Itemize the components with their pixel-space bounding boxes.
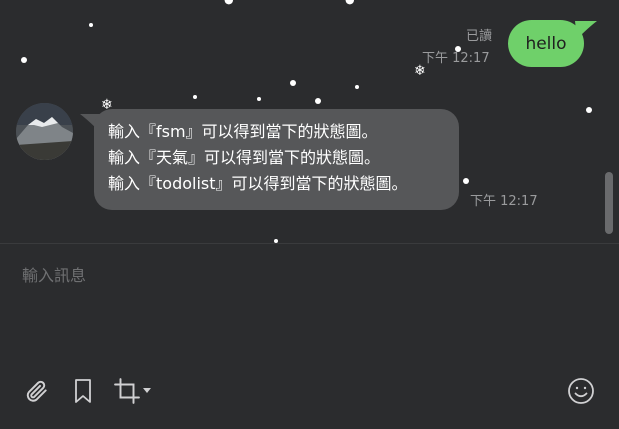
snow-dot <box>89 23 93 27</box>
incoming-message-bubble[interactable]: 輸入『fsm』可以得到當下的狀態圖。 輸入『天氣』可以得到當下的狀態圖。 輸入『… <box>94 109 459 210</box>
snow-dot <box>290 80 296 86</box>
snowflake-icon: ❄ <box>414 63 426 79</box>
read-receipt-label: 已讀 <box>466 29 493 44</box>
incoming-message-line: 輸入『天氣』可以得到當下的狀態圖。 <box>108 148 381 167</box>
avatar[interactable] <box>16 103 73 160</box>
snowflake-icon: ● <box>345 0 355 5</box>
smiley-icon[interactable] <box>566 376 596 406</box>
paperclip-icon[interactable] <box>22 376 52 406</box>
message-composer <box>0 244 619 429</box>
snow-dot <box>257 97 261 101</box>
mountain-avatar-image <box>16 103 73 160</box>
incoming-timestamp: 下午 12:17 <box>470 194 538 209</box>
chat-message-area[interactable]: ● ● ❄ ❄ 已讀 下午 12:17 hello 輸入『fsm』可以得到當下的… <box>0 0 619 243</box>
snow-dot <box>193 95 197 99</box>
snowflake-icon: ● <box>224 0 234 5</box>
crop-icon[interactable] <box>112 376 142 406</box>
incoming-message-line: 輸入『todolist』可以得到當下的狀態圖。 <box>108 174 408 193</box>
snow-dot <box>463 178 469 184</box>
outgoing-message-bubble[interactable]: hello <box>508 20 584 67</box>
snow-dot <box>355 85 359 89</box>
outgoing-message-text: hello <box>525 33 567 54</box>
incoming-message-line: 輸入『fsm』可以得到當下的狀態圖。 <box>108 122 378 141</box>
snow-dot <box>586 107 592 113</box>
snow-dot <box>315 98 321 104</box>
message-input[interactable] <box>20 262 584 288</box>
outgoing-timestamp: 下午 12:17 <box>422 51 490 66</box>
bookmark-icon[interactable] <box>68 376 98 406</box>
chat-scrollbar[interactable] <box>605 172 613 234</box>
caret-down-icon[interactable] <box>140 376 154 406</box>
snow-dot <box>21 57 27 63</box>
